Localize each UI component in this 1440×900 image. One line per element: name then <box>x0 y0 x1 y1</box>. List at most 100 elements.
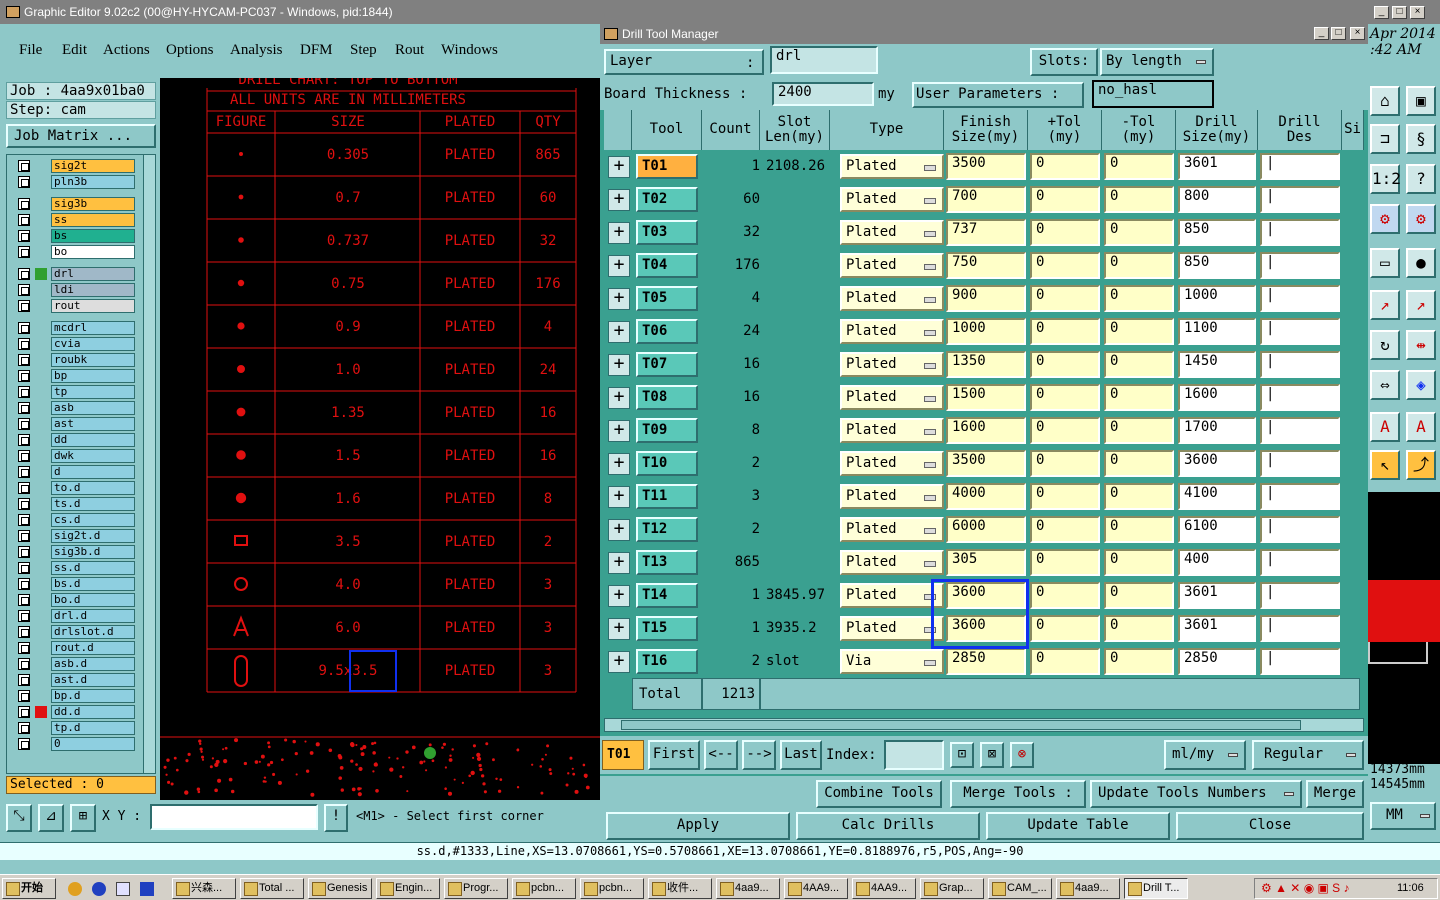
layer-row[interactable]: dwk <box>18 449 136 463</box>
layer-checkbox[interactable] <box>18 386 30 398</box>
menu-dfm[interactable]: DFM <box>300 42 333 59</box>
link-icon[interactable]: ⊐ <box>1370 124 1400 154</box>
menu-step[interactable]: Step <box>350 42 377 59</box>
drill-des-input[interactable]: | <box>1260 549 1340 576</box>
tool-button[interactable]: T04 <box>636 253 698 278</box>
layer-checkbox[interactable] <box>18 482 30 494</box>
layer-row[interactable]: to.d <box>18 481 136 495</box>
layer-checkbox[interactable] <box>18 642 30 654</box>
taskbar-button[interactable]: 4AA9... <box>784 878 848 899</box>
layer-row[interactable]: sig2t <box>18 159 136 173</box>
layer-row[interactable]: drl <box>18 267 136 281</box>
plus-tol-input[interactable]: 0 <box>1030 153 1100 180</box>
taskbar-button[interactable]: 4AA9... <box>852 878 916 899</box>
dtm-close-button[interactable]: × <box>1350 27 1365 40</box>
graphic-canvas[interactable]: DRILL CHART: TOP TO BOTTOM ALL UNITS ARE… <box>160 78 600 800</box>
layer-list-scrollbar[interactable] <box>143 155 155 773</box>
menu-edit[interactable]: Edit <box>62 42 87 59</box>
tool-type-dropdown[interactable]: Plated <box>840 187 944 212</box>
layer-row[interactable]: bp.d <box>18 689 136 703</box>
menu-file[interactable]: File <box>19 42 42 59</box>
layer-checkbox[interactable] <box>18 706 30 718</box>
layer-row[interactable]: drl.d <box>18 609 136 623</box>
drill-des-input[interactable]: | <box>1260 582 1340 609</box>
layer-row[interactable]: drlslot.d <box>18 625 136 639</box>
drill-des-input[interactable]: | <box>1260 615 1340 642</box>
combine-tools-button[interactable]: Combine Tools <box>816 780 942 808</box>
index-input[interactable] <box>884 740 944 770</box>
layer-checkbox[interactable] <box>18 230 30 242</box>
step-icon[interactable]: § <box>1406 124 1436 154</box>
minus-tol-input[interactable]: 0 <box>1104 186 1174 213</box>
layer-checkbox[interactable] <box>18 370 30 382</box>
mirror-icon[interactable]: ⇹ <box>1406 330 1436 360</box>
layer-checkbox[interactable] <box>18 562 30 574</box>
tool-button[interactable]: T15 <box>636 616 698 641</box>
layer-checkbox[interactable] <box>18 546 30 558</box>
layer-checkbox[interactable] <box>18 466 30 478</box>
layer-row[interactable]: ss <box>18 213 136 227</box>
minus-tol-input[interactable]: 0 <box>1104 648 1174 675</box>
drill-size-input[interactable]: 6100 <box>1178 516 1256 543</box>
expand-row-icon[interactable]: + <box>608 387 630 409</box>
drill-des-input[interactable]: | <box>1260 351 1340 378</box>
layer-row[interactable]: tp <box>18 385 136 399</box>
layer-checkbox[interactable] <box>18 722 30 734</box>
xy-input[interactable] <box>150 804 318 830</box>
tray-icons[interactable]: ⚙ ▲ ✕ ◉ ▣ S ♪ <box>1261 881 1350 895</box>
drill-des-input[interactable]: | <box>1260 648 1340 675</box>
layer-row[interactable]: cvia <box>18 337 136 351</box>
drill-size-input[interactable]: 1700 <box>1178 417 1256 444</box>
drill-des-input[interactable]: | <box>1260 285 1340 312</box>
last-button[interactable]: Last <box>780 740 822 770</box>
user-parameters-value[interactable]: no_hasl <box>1092 80 1214 108</box>
layer-checkbox[interactable] <box>18 674 30 686</box>
layer-checkbox[interactable] <box>18 690 30 702</box>
taskbar-button[interactable]: 4aa9... <box>716 878 780 899</box>
taskbar-button[interactable]: 收件... <box>648 878 712 899</box>
tool-button[interactable]: T16 <box>636 649 698 674</box>
slots-dropdown[interactable]: By length <box>1100 48 1214 76</box>
layer-checkbox[interactable] <box>18 338 30 350</box>
layer-row[interactable]: ast.d <box>18 673 136 687</box>
apply-button[interactable]: Apply <box>606 812 790 840</box>
line-tool2-icon[interactable]: ↗ <box>1406 290 1436 320</box>
layer-row[interactable]: bs.d <box>18 577 136 591</box>
plus-tol-input[interactable]: 0 <box>1030 450 1100 477</box>
layer-row[interactable]: roubk <box>18 353 136 367</box>
text-tool-icon[interactable]: A <box>1370 412 1400 442</box>
tool-button[interactable]: T07 <box>636 352 698 377</box>
layer-row[interactable]: bo <box>18 245 136 259</box>
taskbar-button[interactable]: Genesis <box>308 878 372 899</box>
help-icon[interactable]: ? <box>1406 164 1436 194</box>
plus-tol-input[interactable]: 0 <box>1030 186 1100 213</box>
drill-size-input[interactable]: 850 <box>1178 252 1256 279</box>
layer-checkbox[interactable] <box>18 450 30 462</box>
info-icon[interactable]: ! <box>324 804 348 832</box>
layer-row[interactable]: ast <box>18 417 136 431</box>
finish-size-input[interactable]: 1350 <box>946 351 1026 378</box>
minus-tol-input[interactable]: 0 <box>1104 285 1174 312</box>
select-pointer-icon[interactable]: ↖ <box>1370 450 1400 480</box>
layer-checkbox[interactable] <box>18 610 30 622</box>
shapes-icon[interactable]: ◈ <box>1406 370 1436 400</box>
layer-row[interactable]: sig3b.d <box>18 545 136 559</box>
minus-tol-input[interactable]: 0 <box>1104 615 1174 642</box>
layer-checkbox[interactable] <box>18 246 30 258</box>
layer-row[interactable]: tp.d <box>18 721 136 735</box>
next-button[interactable]: --> <box>742 740 776 770</box>
drill-size-input[interactable]: 1000 <box>1178 285 1256 312</box>
layer-row[interactable]: d <box>18 465 136 479</box>
plus-tol-input[interactable]: 0 <box>1030 549 1100 576</box>
plus-tol-input[interactable]: 0 <box>1030 252 1100 279</box>
expand-row-icon[interactable]: + <box>608 486 630 508</box>
minus-tol-input[interactable]: 0 <box>1104 516 1174 543</box>
line-tool-icon[interactable]: ↗ <box>1370 290 1400 320</box>
close-button[interactable]: Close <box>1176 812 1364 840</box>
table-horizontal-scrollbar[interactable] <box>604 718 1364 732</box>
tool-button[interactable]: T09 <box>636 418 698 443</box>
drill-des-input[interactable]: | <box>1260 384 1340 411</box>
layer-checkbox[interactable] <box>18 322 30 334</box>
main-maximize-button[interactable]: □ <box>1392 6 1407 19</box>
tool-button[interactable]: T06 <box>636 319 698 344</box>
